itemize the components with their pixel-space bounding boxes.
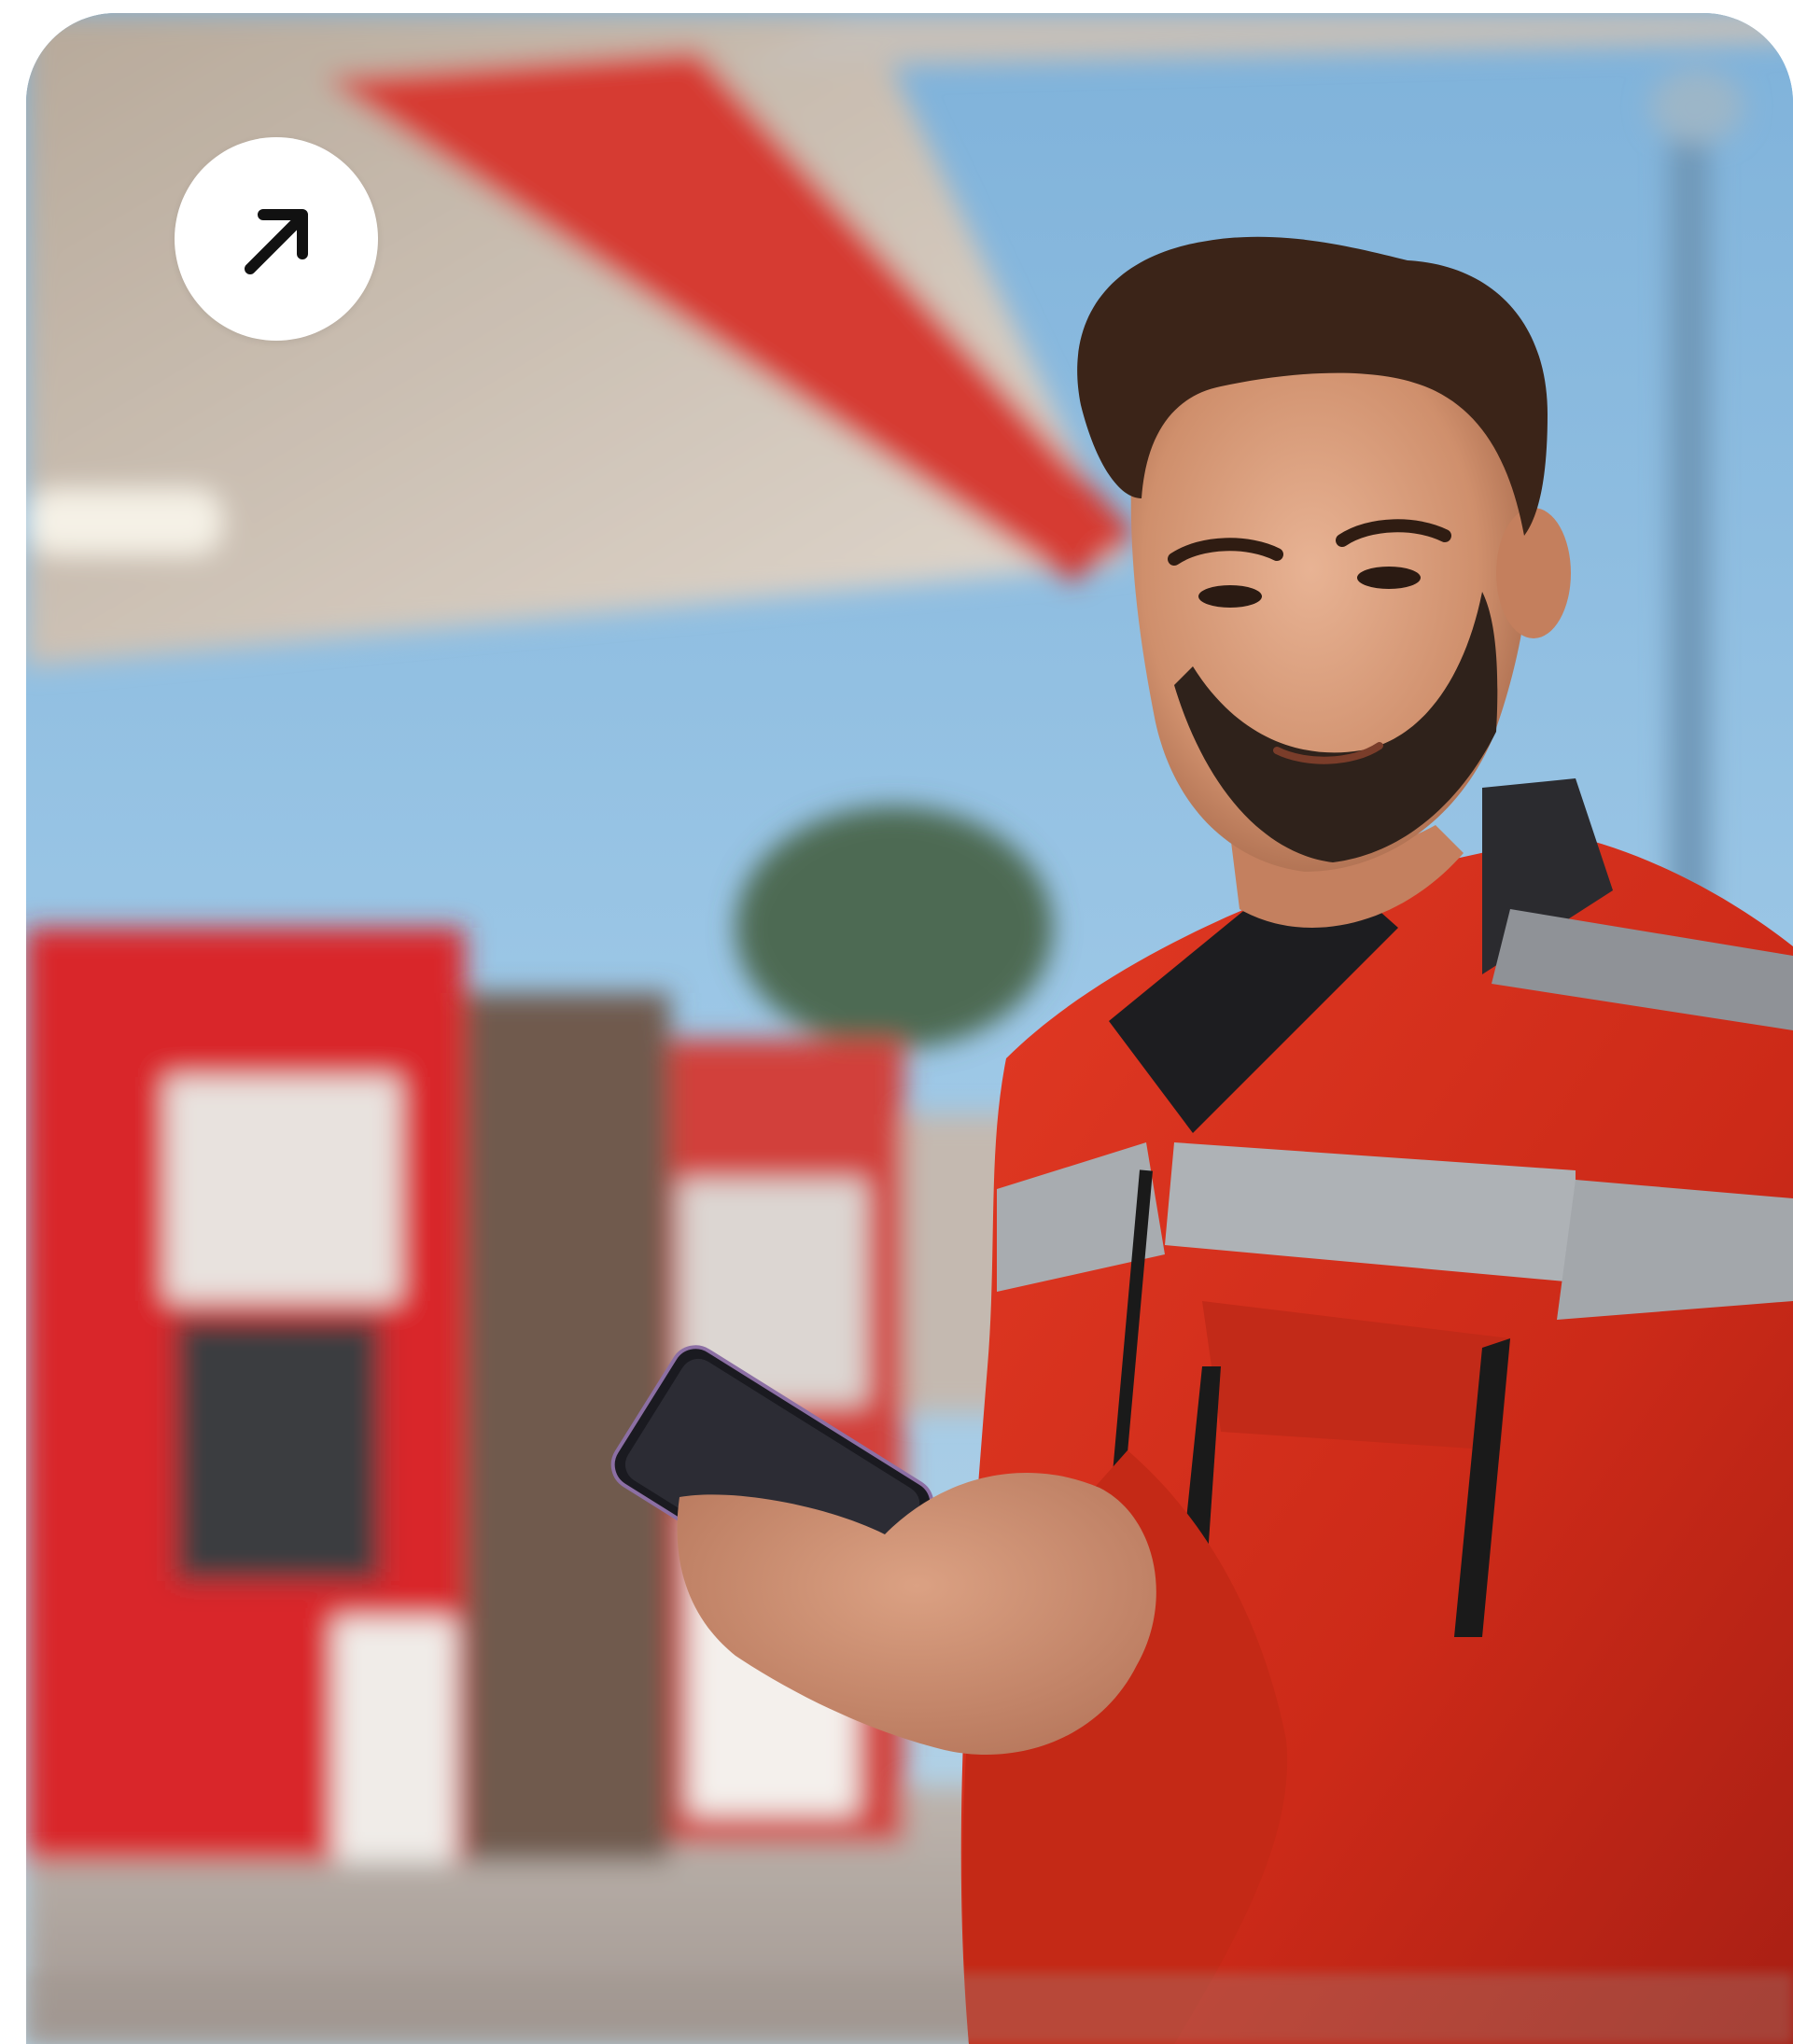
arrow-up-right-icon [245, 209, 308, 274]
open-arrow-button[interactable] [175, 137, 378, 341]
hero-image-card [26, 13, 1793, 2044]
